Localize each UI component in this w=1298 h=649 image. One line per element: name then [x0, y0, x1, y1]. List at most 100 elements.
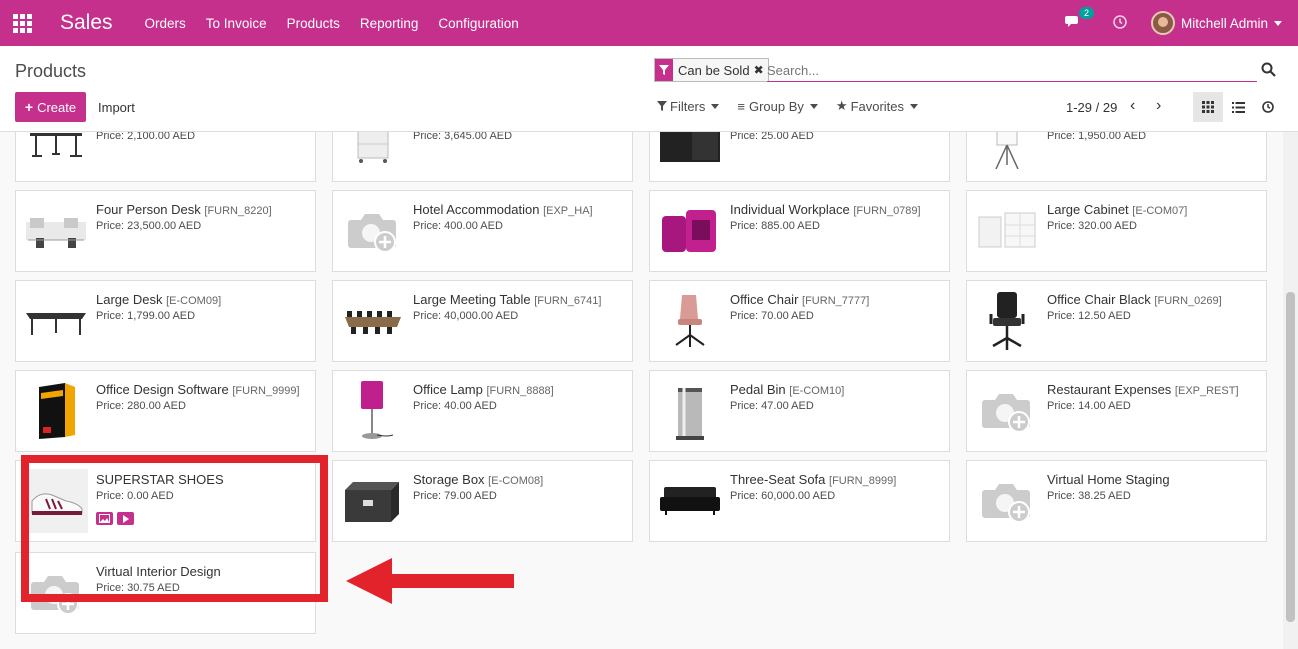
product-name-text: Office Lamp — [413, 382, 483, 397]
desk-image — [24, 289, 88, 353]
search-options: Filters ≡ Group By ★ Favorites — [657, 98, 936, 114]
product-card[interactable]: Virtual Home Staging Price: 38.25 AED — [966, 460, 1267, 542]
product-card[interactable]: Large Meeting Table [FURN_6741] Price: 4… — [332, 280, 633, 362]
group-by-button[interactable]: ≡ Group By — [737, 98, 818, 114]
product-card[interactable]: Hotel Accommodation [EXP_HA] Price: 400.… — [332, 190, 633, 272]
search-icon[interactable] — [1261, 62, 1276, 81]
product-card[interactable]: SUPERSTAR SHOES Price: 0.00 AED — [15, 460, 316, 542]
product-price: Price: 885.00 AED — [730, 220, 820, 232]
placeholder-camera-icon — [975, 379, 1039, 443]
product-name: Large Cabinet [E-COM07] — [1047, 202, 1187, 217]
flipchart-image — [975, 132, 1039, 173]
favorites-button[interactable]: ★ Favorites — [835, 98, 919, 114]
group-by-label: Group By — [748, 98, 804, 114]
product-price: Price: 38.25 AED — [1047, 490, 1131, 502]
product-name: Three-Seat Sofa [FURN_8999] — [730, 472, 896, 487]
product-price: Price: 47.00 AED — [730, 400, 814, 412]
image-icon[interactable] — [96, 512, 113, 525]
placeholder-camera-icon — [24, 561, 88, 625]
product-card[interactable]: Restaurant Expenses [EXP_REST] Price: 14… — [966, 370, 1267, 452]
scrollbar-thumb[interactable] — [1286, 292, 1295, 622]
product-card[interactable]: Individual Workplace [FURN_0789] Price: … — [649, 190, 950, 272]
menu-to-invoice[interactable]: To Invoice — [196, 16, 277, 31]
product-card[interactable]: Large Cabinet [E-COM07] Price: 320.00 AE… — [966, 190, 1267, 272]
pager-next-icon[interactable]: › — [1156, 97, 1161, 115]
product-card[interactable]: Price: 3,645.00 AED — [332, 132, 633, 182]
product-name-text: Large Meeting Table — [413, 292, 531, 307]
product-name: Large Meeting Table [FURN_6741] — [413, 292, 601, 307]
product-price: Price: 23,500.00 AED — [96, 220, 202, 232]
product-price: Price: 25.00 AED — [730, 132, 814, 142]
product-card[interactable]: Pedal Bin [E-COM10] Price: 47.00 AED — [649, 370, 950, 452]
star-icon: ★ — [835, 98, 848, 113]
chat-icon[interactable]: 2 — [1064, 6, 1094, 32]
storage-box-image — [341, 469, 405, 533]
product-card[interactable]: Large Desk [E-COM09] Price: 1,799.00 AED — [15, 280, 316, 362]
activity-clock-icon[interactable] — [1113, 14, 1127, 32]
product-name: Pedal Bin [E-COM10] — [730, 382, 844, 397]
filter-icon — [655, 59, 673, 81]
app-name[interactable]: Sales — [60, 11, 113, 35]
pager-previous-icon[interactable]: ‹ — [1130, 97, 1135, 115]
product-name: Office Chair Black [FURN_0269] — [1047, 292, 1222, 307]
import-button[interactable]: Import — [98, 100, 135, 115]
product-card[interactable]: Virtual Interior Design Price: 30.75 AED — [15, 552, 316, 634]
menu-products[interactable]: Products — [277, 16, 350, 31]
filters-label: Filters — [670, 98, 706, 114]
menu-configuration[interactable]: Configuration — [428, 16, 528, 31]
product-code: [FURN_6741] — [534, 295, 602, 307]
pager-value[interactable]: 1-29 / 29 — [1066, 100, 1117, 115]
apps-menu-icon[interactable] — [0, 0, 44, 46]
placeholder-camera-icon — [341, 199, 405, 263]
avatar[interactable] — [1150, 11, 1175, 35]
booth-image — [658, 199, 722, 263]
product-name: Hotel Accommodation [EXP_HA] — [413, 202, 593, 217]
cabinet-white-image — [975, 199, 1039, 263]
list-view-icon[interactable] — [1223, 92, 1253, 122]
user-name[interactable]: Mitchell Admin — [1181, 16, 1268, 31]
product-card[interactable]: Price: 25.00 AED — [649, 132, 950, 182]
software-box-image — [24, 379, 88, 443]
product-price: Price: 70.00 AED — [730, 310, 814, 322]
main-menu: Orders To Invoice Products Reporting Con… — [135, 16, 529, 31]
product-code: [FURN_0269] — [1154, 295, 1222, 307]
search-input[interactable] — [767, 60, 1257, 82]
product-card[interactable]: Price: 2,100.00 AED — [15, 132, 316, 182]
menu-orders[interactable]: Orders — [135, 16, 196, 31]
user-menu-caret-icon[interactable] — [1274, 20, 1282, 26]
product-code: [EXP_HA] — [543, 205, 593, 217]
activity-view-icon[interactable] — [1253, 92, 1283, 122]
product-name: Four Person Desk [FURN_8220] — [96, 202, 272, 217]
product-card[interactable]: Office Chair Black [FURN_0269] Price: 12… — [966, 280, 1267, 362]
desk-image — [24, 132, 88, 173]
product-card[interactable]: Three-Seat Sofa [FURN_8999] Price: 60,00… — [649, 460, 950, 542]
drawer-image — [341, 132, 405, 173]
product-card[interactable]: Office Design Software [FURN_9999] Price… — [15, 370, 316, 452]
remove-facet-icon[interactable]: ✖ — [754, 63, 768, 77]
shoe-image — [24, 469, 88, 533]
product-name: Office Design Software [FURN_9999] — [96, 382, 300, 397]
create-button[interactable]: + Create — [15, 92, 86, 122]
scrollbar[interactable] — [1283, 132, 1298, 649]
plus-icon: + — [24, 99, 34, 115]
product-price: Price: 1,950.00 AED — [1047, 132, 1147, 142]
product-name-text: Storage Box — [413, 472, 485, 487]
product-code: [E-COM07] — [1132, 205, 1188, 217]
product-name-text: Three-Seat Sofa — [730, 472, 826, 487]
kanban-view-icon[interactable] — [1193, 92, 1223, 122]
product-card[interactable]: Four Person Desk [FURN_8220] Price: 23,5… — [15, 190, 316, 272]
product-name-text: Restaurant Expenses — [1047, 382, 1172, 397]
product-card[interactable]: Office Chair [FURN_7777] Price: 70.00 AE… — [649, 280, 950, 362]
product-card[interactable]: Storage Box [E-COM08] Price: 79.00 AED — [332, 460, 633, 542]
product-card[interactable]: Price: 1,950.00 AED — [966, 132, 1267, 182]
product-name: Office Lamp [FURN_8888] — [413, 382, 554, 397]
menu-reporting[interactable]: Reporting — [350, 16, 429, 31]
filters-button[interactable]: Filters — [657, 98, 720, 114]
product-name: Storage Box [E-COM08] — [413, 472, 543, 487]
kanban-view: Price: 2,100.00 AED Price: 3,645.00 AED … — [0, 132, 1283, 649]
product-card[interactable]: Office Lamp [FURN_8888] Price: 40.00 AED — [332, 370, 633, 452]
product-name-text: Office Chair — [730, 292, 799, 307]
video-icon[interactable] — [117, 512, 134, 525]
product-price: Price: 14.00 AED — [1047, 400, 1131, 412]
product-price: Price: 12.50 AED — [1047, 310, 1131, 322]
